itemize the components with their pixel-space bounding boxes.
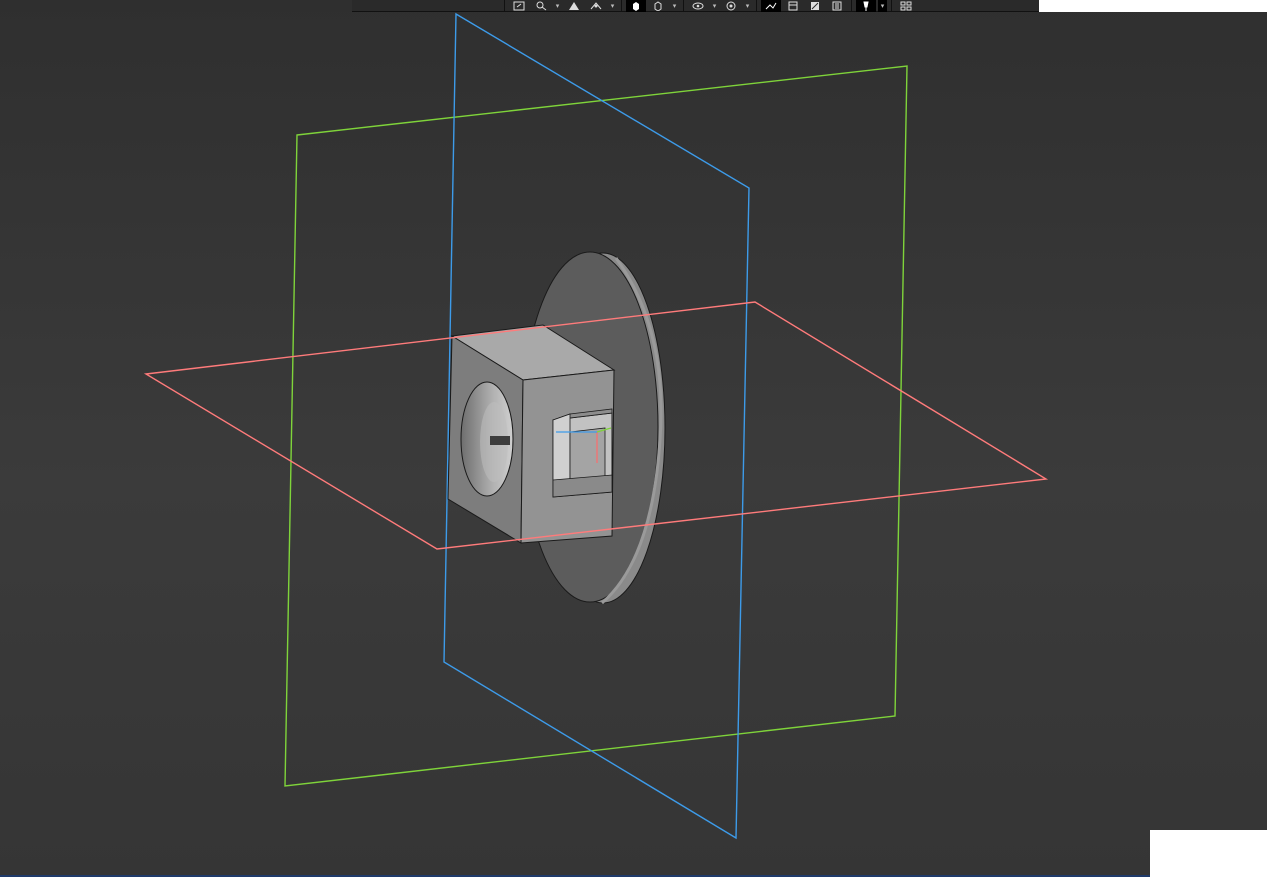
realview-icon[interactable] bbox=[805, 0, 825, 12]
chevron-down-icon[interactable]: ▾ bbox=[710, 0, 719, 12]
toolbar-separator bbox=[756, 0, 757, 12]
status-panel bbox=[1150, 830, 1267, 877]
toolbar-separator bbox=[891, 0, 892, 12]
hide-show-items-icon[interactable] bbox=[688, 0, 708, 12]
toolbar-background-strip bbox=[1039, 0, 1267, 12]
zoom-to-fit-icon[interactable] bbox=[509, 0, 529, 12]
apply-scene-icon[interactable] bbox=[761, 0, 781, 12]
chevron-down-icon[interactable]: ▾ bbox=[743, 0, 752, 12]
toolbar-separator bbox=[621, 0, 622, 12]
display-style-icon[interactable] bbox=[648, 0, 668, 12]
chevron-down-icon[interactable]: ▾ bbox=[553, 0, 562, 12]
heads-up-view-toolbar: ▾ ▾ ▾ ▾ ▾ ▾ bbox=[352, 0, 1039, 12]
zoom-to-area-icon[interactable] bbox=[531, 0, 551, 12]
pin-icon[interactable] bbox=[856, 0, 876, 12]
chevron-down-icon[interactable]: ▾ bbox=[608, 0, 617, 12]
chevron-down-icon[interactable]: ▾ bbox=[670, 0, 679, 12]
previous-view-icon[interactable] bbox=[564, 0, 584, 12]
cube-body[interactable] bbox=[447, 324, 616, 544]
edit-appearance-icon[interactable] bbox=[721, 0, 741, 12]
section-view-icon[interactable] bbox=[586, 0, 606, 12]
view-settings-icon[interactable] bbox=[783, 0, 803, 12]
shadows-icon[interactable] bbox=[827, 0, 847, 12]
view-layout-icon[interactable] bbox=[896, 0, 916, 12]
model-scene[interactable] bbox=[0, 0, 1267, 877]
toolbar-separator bbox=[683, 0, 684, 12]
view-orientation-icon[interactable] bbox=[626, 0, 646, 12]
toolbar-separator bbox=[851, 0, 852, 12]
toolbar-separator bbox=[504, 0, 505, 12]
chevron-down-icon[interactable]: ▾ bbox=[878, 0, 887, 12]
graphics-area[interactable] bbox=[0, 0, 1267, 877]
